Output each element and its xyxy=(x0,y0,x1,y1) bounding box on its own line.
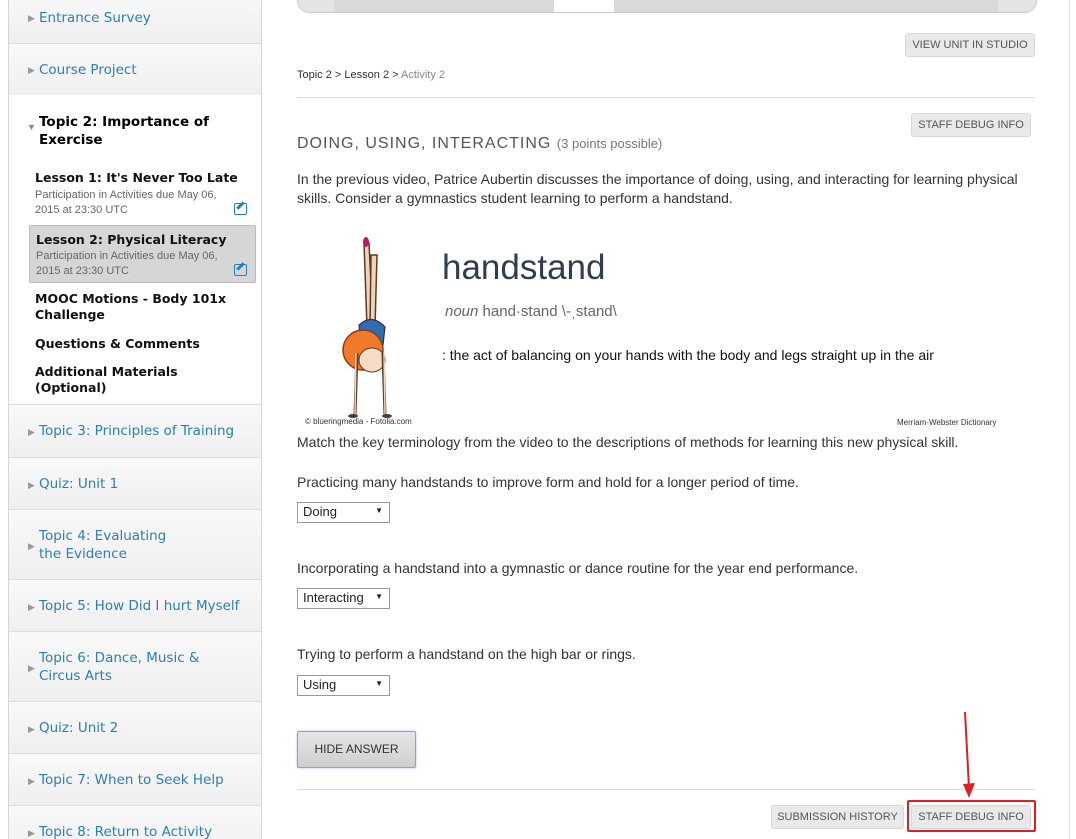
lesson-due-text: Participation in Activities due May 06, … xyxy=(35,189,217,216)
dropdown-arrow-icon: ▼ xyxy=(375,592,383,601)
caret-down-icon: ▼ xyxy=(27,122,36,132)
subsection-item[interactable]: Questions & Comments xyxy=(35,336,245,352)
problem-title: DOING, USING, INTERACTING (3 points poss… xyxy=(297,135,662,153)
nav-item-topic-7[interactable]: ▶ Topic 7: When to Seek Help xyxy=(9,754,261,806)
breadcrumb-separator: > xyxy=(334,69,342,81)
divider xyxy=(297,789,1035,790)
caret-right-icon: ▶ xyxy=(28,541,35,551)
gymnast-illustration xyxy=(342,237,392,418)
sequence-active-tab[interactable] xyxy=(554,0,614,12)
nav-item-label: Course Project xyxy=(39,62,137,78)
nav-item-label: Quiz: Unit 2 xyxy=(39,720,119,736)
staff-debug-info-button[interactable]: STAFF DEBUG INFO xyxy=(911,113,1031,137)
lesson-title: Lesson 1: It's Never Too Late xyxy=(35,170,238,185)
dropdown-arrow-icon: ▼ xyxy=(375,506,383,515)
caret-right-icon: ▶ xyxy=(28,828,35,838)
lesson-item[interactable]: Lesson 1: It's Never Too Late Participat… xyxy=(29,165,255,217)
edit-icon xyxy=(234,203,247,215)
nav-item-label: Topic 4: Evaluating the Evidence xyxy=(39,528,167,562)
view-unit-in-studio-button[interactable]: VIEW UNIT IN STUDIO xyxy=(905,33,1035,57)
highlight-box xyxy=(907,800,1036,832)
caret-right-icon: ▶ xyxy=(28,480,35,490)
scrollbar[interactable] xyxy=(1069,0,1076,839)
dropdown-arrow-icon: ▼ xyxy=(375,679,383,688)
dictionary-pronunciation: noun hand·stand \-ˌstand\ xyxy=(445,303,617,320)
nav-item-topic-8[interactable]: ▶ Topic 8: Return to Activity xyxy=(9,806,261,839)
select-value: Using xyxy=(303,677,337,692)
instructions-text: Match the key terminology from the video… xyxy=(297,434,959,450)
caret-right-icon: ▶ xyxy=(28,65,35,75)
dictionary-part-of-speech: noun xyxy=(445,303,479,320)
lesson-due-text: Participation in Activities due May 06, … xyxy=(36,250,218,277)
nav-item-label: Topic 8: Return to Activity xyxy=(39,824,213,839)
select-value: Interacting xyxy=(303,590,364,605)
unit-navigation-frame xyxy=(297,0,1037,13)
dictionary-syllables: hand·stand \-ˌstand\ xyxy=(482,303,617,320)
open-topic-section: ▼ Topic 2: Importance of Exercise Lesson… xyxy=(9,95,261,405)
problem-intro: In the previous video, Patrice Aubertin … xyxy=(297,171,1018,206)
subsection-item[interactable]: Additional Materials (Optional) xyxy=(35,364,245,396)
dictionary-definition: : the act of balancing on your hands wit… xyxy=(442,347,934,363)
nav-item-topic-5[interactable]: ▶ Topic 5: How Did I hurt Myself xyxy=(9,580,261,632)
nav-item-label: Quiz: Unit 1 xyxy=(39,476,119,492)
caret-right-icon: ▶ xyxy=(28,602,35,612)
caret-right-icon: ▶ xyxy=(28,663,35,673)
question-2-text: Incorporating a handstand into a gymnast… xyxy=(297,560,859,576)
nav-item-entrance-survey[interactable]: ▶ Entrance Survey xyxy=(9,0,261,44)
nav-item-label: Topic 6: Dance, Music & Circus Arts xyxy=(39,650,200,684)
select-value: Doing xyxy=(303,504,337,519)
problem-points: (3 points possible) xyxy=(556,136,663,151)
nav-item-topic-4[interactable]: ▶ Topic 4: Evaluating the Evidence xyxy=(9,510,261,580)
question-3-select[interactable]: Using ▼ xyxy=(297,675,390,696)
dictionary-word: handstand xyxy=(442,248,606,287)
submission-history-button[interactable]: SUBMISSION HISTORY xyxy=(771,805,904,829)
question-1-text: Practicing many handstands to improve fo… xyxy=(297,474,799,490)
nav-item-topic-6[interactable]: ▶ Topic 6: Dance, Music & Circus Arts xyxy=(9,632,261,702)
caret-right-icon: ▶ xyxy=(28,724,35,734)
open-topic-title[interactable]: Topic 2: Importance of Exercise xyxy=(39,113,229,149)
caret-right-icon: ▶ xyxy=(28,427,35,437)
handstand-figure: handstand noun hand·stand \-ˌstand\ : th… xyxy=(297,230,1017,430)
nav-item-label: Topic 5: How Did I hurt Myself xyxy=(39,598,240,614)
nav-item-label: Topic 3: Principles of Training xyxy=(39,423,235,439)
breadcrumb-topic[interactable]: Topic 2 xyxy=(297,69,332,81)
question-1-select[interactable]: Doing ▼ xyxy=(297,502,390,523)
lesson-title: Lesson 2: Physical Literacy xyxy=(36,232,227,247)
question-2-select[interactable]: Interacting ▼ xyxy=(297,588,390,609)
hide-answer-button[interactable]: HIDE ANSWER xyxy=(297,731,416,768)
subsection-item[interactable]: MOOC Motions - Body 101x Challenge xyxy=(35,291,245,323)
image-credit: © blueringmedia - Fotolia.com xyxy=(305,417,412,426)
sequence-bar xyxy=(334,0,998,12)
course-navigation-sidebar: ▶ Entrance Survey ▶ Course Project ▼ Top… xyxy=(8,0,262,839)
problem-title-text: DOING, USING, INTERACTING xyxy=(297,135,552,152)
nav-item-topic-3[interactable]: ▶ Topic 3: Principles of Training xyxy=(9,405,261,458)
nav-item-label: Entrance Survey xyxy=(39,10,151,26)
caret-right-icon: ▶ xyxy=(28,13,35,23)
nav-item-quiz-unit-1[interactable]: ▶ Quiz: Unit 1 xyxy=(9,458,261,510)
breadcrumb-lesson[interactable]: Lesson 2 xyxy=(344,69,389,81)
nav-item-quiz-unit-2[interactable]: ▶ Quiz: Unit 2 xyxy=(9,702,261,754)
caret-right-icon: ▶ xyxy=(28,776,35,786)
breadcrumb-separator: > xyxy=(392,69,399,81)
edit-icon xyxy=(234,264,247,276)
breadcrumb-current: Activity 2 xyxy=(401,69,446,81)
dictionary-credit: Merriam-Webster Dictionary xyxy=(897,418,997,427)
annotation-arrow-icon xyxy=(963,711,975,798)
breadcrumb: Topic 2 > Lesson 2 > Activity 2 xyxy=(297,69,445,81)
nav-item-label: Topic 7: When to Seek Help xyxy=(39,772,224,788)
divider xyxy=(297,97,1035,98)
nav-item-course-project[interactable]: ▶ Course Project xyxy=(9,44,261,96)
question-3-text: Trying to perform a handstand on the hig… xyxy=(297,646,636,662)
lesson-item-active[interactable]: Lesson 2: Physical Literacy Participatio… xyxy=(29,225,256,283)
